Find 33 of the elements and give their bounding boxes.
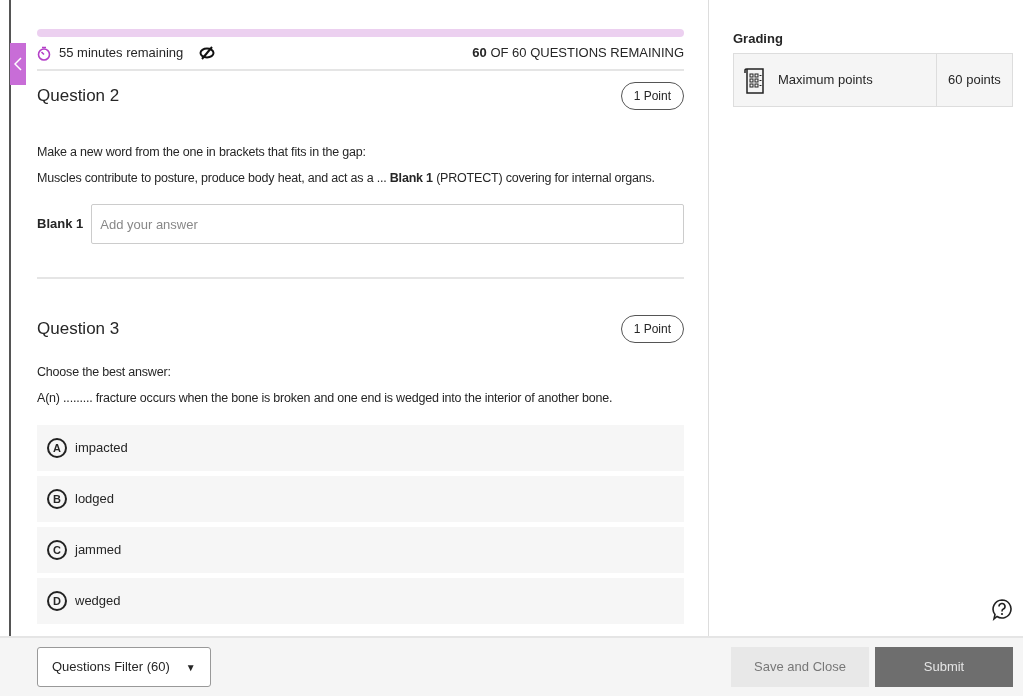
answer-option[interactable]: D wedged xyxy=(37,578,684,624)
option-text: wedged xyxy=(75,592,121,611)
question-title: Question 3 xyxy=(37,318,120,341)
question-title: Question 2 xyxy=(37,85,120,108)
answer-option[interactable]: A impacted xyxy=(37,425,684,471)
questions-remaining: 60 OF 60 QUESTIONS REMAINING xyxy=(472,44,684,63)
chevron-left-icon xyxy=(14,57,22,71)
option-letter: D xyxy=(47,591,67,611)
option-letter: A xyxy=(47,438,67,458)
save-and-close-button[interactable]: Save and Close xyxy=(731,647,869,687)
answer-option[interactable]: C jammed xyxy=(37,527,684,573)
option-letter: B xyxy=(47,489,67,509)
submit-button[interactable]: Submit xyxy=(875,647,1013,687)
answer-field[interactable]: Add your answer xyxy=(91,204,684,244)
calculator-icon xyxy=(744,65,766,94)
option-text: impacted xyxy=(75,439,128,458)
question-text: Muscles contribute to posture, produce body heat, and act as a ... Blank 1 (PROTECT) covering for internal organs. xyxy=(37,170,656,187)
option-text: jammed xyxy=(75,541,122,560)
time-remaining: 55 minutes remaining xyxy=(59,44,184,63)
help-icon[interactable] xyxy=(991,598,1013,622)
questions-filter-dropdown[interactable]: Questions Filter (60) ▼ xyxy=(37,647,211,687)
grading-value: 60 points xyxy=(936,53,1012,106)
question-text: Make a new word from the one in brackets that fits in the gap: xyxy=(37,144,367,161)
grading-heading: Grading xyxy=(733,30,784,48)
eye-slash-icon[interactable] xyxy=(199,46,216,60)
blank-label: Blank 1 xyxy=(37,215,84,234)
grading-label: Maximum points xyxy=(778,70,873,89)
question-text: A(n) ......... fracture occurs when the bone is broken and one end is wedged into the interior of another bone. xyxy=(37,390,614,407)
question-text: Choose the best answer: xyxy=(37,364,172,381)
answer-option[interactable]: B lodged xyxy=(37,476,684,522)
option-letter: C xyxy=(47,540,67,560)
option-text: lodged xyxy=(75,490,115,509)
timer-icon xyxy=(37,45,51,61)
